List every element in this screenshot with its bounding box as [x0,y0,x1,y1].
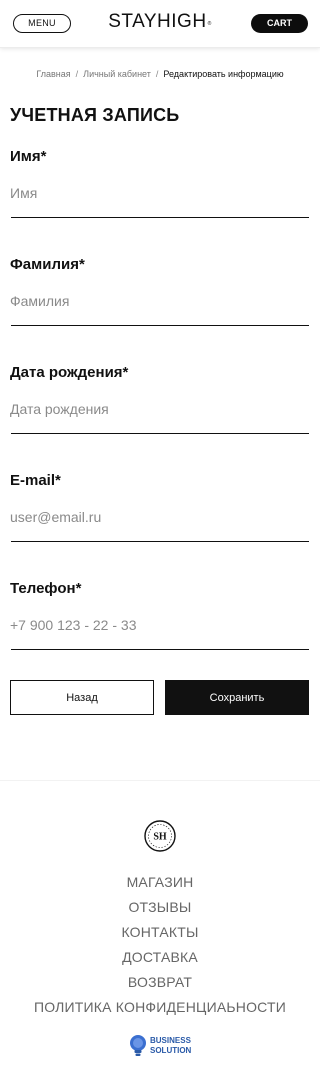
logo-text: STAYHIGH [108,11,207,32]
breadcrumb-current: Редактировать информацию [163,69,284,79]
email-input[interactable] [10,499,309,535]
footer-link-delivery[interactable]: ДОСТАВКА [0,945,320,970]
footer-link-contacts[interactable]: КОНТАКТЫ [0,920,320,945]
breadcrumb-link-home[interactable]: Главная [36,69,70,79]
site-logo[interactable]: STAYHIGH® [104,11,216,33]
first-name-input[interactable] [10,175,309,211]
email-label: E-mail* [10,472,61,489]
phone-input[interactable] [10,607,309,643]
footer-link-reviews[interactable]: ОТЗЫВЫ [0,895,320,920]
breadcrumb-separator: / [75,69,79,79]
phone-label: Телефон* [10,580,82,597]
phone-underline [11,649,309,650]
back-button[interactable]: Назад [10,680,154,715]
save-button[interactable]: Сохранить [165,680,309,715]
footer-nav: МАГАЗИН ОТЗЫВЫ КОНТАКТЫ ДОСТАВКА ВОЗВРАТ… [0,870,320,1020]
last-name-label: Фамилия* [10,256,85,273]
last-name-input[interactable] [10,283,309,319]
breadcrumb-link-account[interactable]: Личный кабинет [83,69,151,79]
badge-line-1: BUSINESS [150,1036,192,1045]
footer-divider [0,780,320,781]
footer-link-returns[interactable]: ВОЗВРАТ [0,970,320,995]
business-solution-badge[interactable]: BUSINESS SOLUTION [128,1031,192,1061]
breadcrumb: Главная / Личный кабинет / Редактировать инф… [0,68,320,80]
menu-button[interactable]: MENU [13,14,71,33]
breadcrumb-separator: / [155,69,159,79]
cart-button[interactable]: CART [251,14,308,33]
last-name-underline [11,325,309,326]
birth-date-underline [11,433,309,434]
first-name-underline [11,217,309,218]
badge-line-2: SOLUTION [150,1046,192,1055]
lightbulb-icon [130,1035,146,1056]
logo-registered-mark: ® [207,21,212,27]
email-underline [11,541,309,542]
footer-logo-monogram: SH [153,832,167,843]
birth-date-label: Дата рождения* [10,364,129,381]
footer-link-shop[interactable]: МАГАЗИН [0,870,320,895]
birth-date-input[interactable] [10,391,309,427]
footer-logo-icon[interactable]: SH [143,819,177,853]
footer-link-privacy[interactable]: ПОЛИТИКА КОНФИДЕНЦИАЬНОСТИ [0,995,320,1020]
page-title: УЧЕТНАЯ ЗАПИСЬ [10,105,180,125]
site-header: MENU STAYHIGH® CART [0,0,320,48]
first-name-label: Имя* [10,148,47,165]
